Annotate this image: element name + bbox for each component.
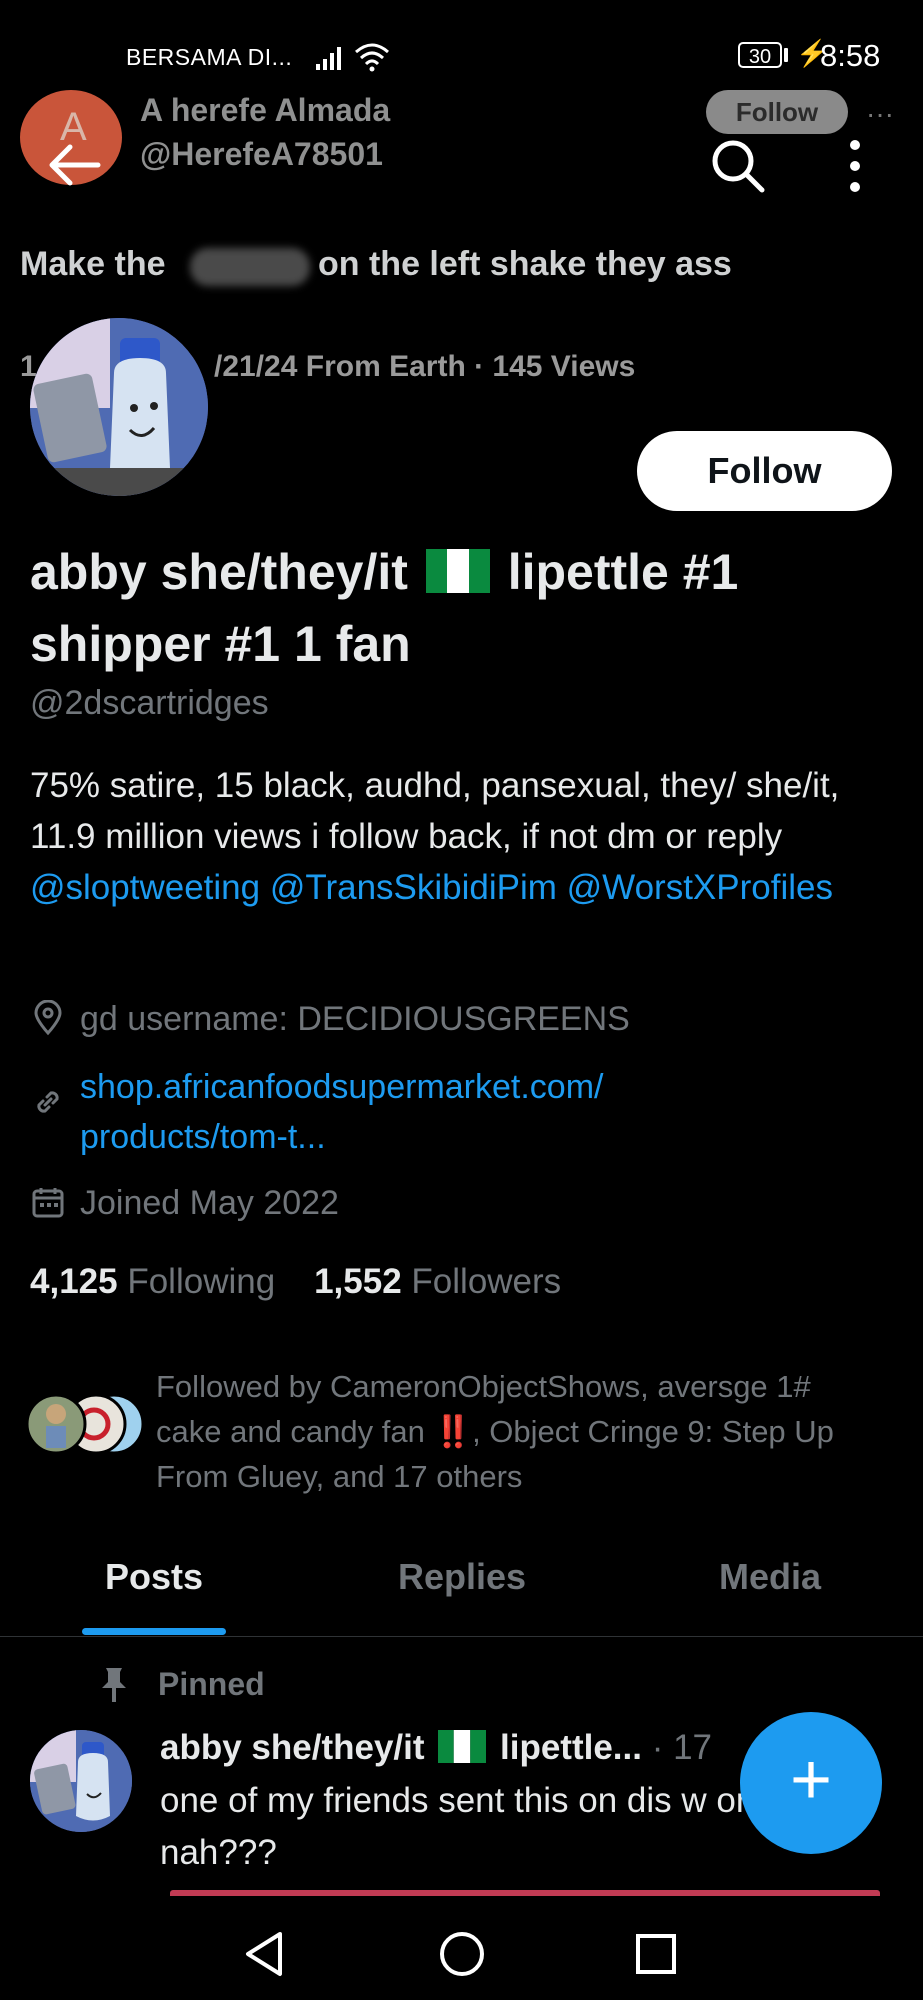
website-url-line2[interactable]: products/tom-t... bbox=[80, 1118, 326, 1156]
website-link[interactable]: shop.africanfoodsupermarket.com/products… bbox=[80, 1062, 603, 1162]
post-author-avatar[interactable] bbox=[30, 1730, 132, 1832]
post-author-name[interactable]: abby she/they/it lipettle... · 17 bbox=[160, 1728, 712, 1768]
pin-icon bbox=[102, 1668, 126, 1702]
redacted-word bbox=[190, 248, 310, 286]
profile-joined: Joined May 2022 bbox=[30, 1184, 339, 1223]
quoted-tweet-author-handle: @HerefeA78501 bbox=[140, 136, 383, 172]
compose-post-button[interactable]: + bbox=[740, 1712, 882, 1854]
followers-label: Followers bbox=[411, 1262, 562, 1301]
quoted-tweet-text-start: Make the bbox=[20, 245, 166, 283]
signal-icon bbox=[316, 47, 341, 70]
followers-link[interactable]: 1,552 Followers bbox=[314, 1262, 561, 1301]
back-arrow-icon[interactable] bbox=[44, 140, 104, 190]
follow-counts: 4,125 Following 1,552 Followers bbox=[30, 1262, 561, 1302]
battery-nub bbox=[784, 48, 788, 62]
carrier-name: BERSAMA DI... bbox=[126, 44, 293, 70]
active-tab-indicator bbox=[82, 1628, 226, 1635]
recents-square-icon[interactable] bbox=[626, 1924, 686, 1984]
battery-icon: 30 bbox=[738, 42, 782, 68]
follow-button[interactable]: Follow bbox=[637, 431, 892, 511]
profile-avatar[interactable] bbox=[30, 318, 208, 496]
followers-count: 1,552 bbox=[314, 1262, 402, 1301]
link-icon bbox=[37, 1091, 59, 1113]
profile-bio: 75% satire, 15 black, audhd, pansexual, … bbox=[30, 760, 890, 913]
profile-location: gd username: DECIDIOUSGREENS bbox=[30, 1000, 630, 1039]
tab-replies[interactable]: Replies bbox=[312, 1556, 612, 1598]
quoted-tweet-meta: /21/24 From Earth · 145 Views bbox=[214, 350, 636, 383]
location-text: gd username: DECIDIOUSGREENS bbox=[80, 1000, 630, 1038]
bio-mention-sloptweeting[interactable]: @sloptweeting bbox=[30, 868, 260, 907]
profile-handle: @2dscartridges bbox=[30, 684, 269, 722]
tab-media[interactable]: Media bbox=[620, 1556, 920, 1598]
calendar-icon bbox=[32, 1188, 64, 1218]
website-url-line1[interactable]: shop.africanfoodsupermarket.com/ bbox=[80, 1068, 603, 1106]
followed-by-avatars bbox=[25, 1393, 145, 1455]
followed-by-text[interactable]: Followed by CameronObjectShows, aversge … bbox=[156, 1364, 876, 1499]
nigeria-flag-icon bbox=[438, 1730, 487, 1763]
quoted-tweet-text-end: on the left shake they ass bbox=[318, 245, 732, 283]
tab-divider bbox=[0, 1636, 923, 1637]
post-author-name-text: abby she/they/it bbox=[160, 1728, 425, 1767]
following-count: 4,125 bbox=[30, 1262, 118, 1301]
home-circle-icon[interactable] bbox=[432, 1924, 492, 1984]
more-options-icon[interactable] bbox=[840, 138, 870, 194]
following-link[interactable]: 4,125 Following bbox=[30, 1262, 275, 1301]
joined-text: Joined May 2022 bbox=[80, 1184, 339, 1222]
post-author-name-suffix: lipettle... bbox=[500, 1728, 642, 1767]
clock: 8:58 bbox=[820, 38, 881, 73]
quoted-tweet-author-name: A herefe Almada bbox=[140, 92, 391, 128]
post-media-preview[interactable] bbox=[170, 1890, 880, 1896]
post-timestamp: · 17 bbox=[651, 1728, 713, 1767]
wifi-icon bbox=[355, 43, 389, 72]
bio-mention-transskibidipim[interactable]: @TransSkibidiPim bbox=[270, 868, 557, 907]
nigeria-flag-icon bbox=[425, 549, 490, 593]
bio-text: 75% satire, 15 black, audhd, pansexual, … bbox=[30, 766, 840, 856]
bio-mention-worstxprofiles[interactable]: @WorstXProfiles bbox=[567, 868, 833, 907]
back-triangle-icon[interactable] bbox=[234, 1924, 294, 1984]
quoted-tweet-more-icon[interactable]: ··· bbox=[866, 98, 894, 130]
tab-posts[interactable]: Posts bbox=[4, 1556, 304, 1598]
search-icon[interactable] bbox=[708, 136, 768, 196]
pinned-label: Pinned bbox=[158, 1666, 265, 1702]
profile-display-name: abby she/they/it lipettle #1 shipper #1 … bbox=[30, 536, 900, 680]
quoted-tweet-follow-button[interactable]: Follow bbox=[706, 90, 848, 134]
profile-website[interactable]: shop.africanfoodsupermarket.com/products… bbox=[30, 1062, 603, 1162]
display-name-part1: abby she/they/it bbox=[30, 544, 408, 600]
display-name-line2: shipper #1 1 fan bbox=[30, 616, 411, 672]
location-pin-icon bbox=[34, 1000, 62, 1036]
following-label: Following bbox=[127, 1262, 276, 1301]
post-text: one of my friends sent this on dis w or … bbox=[160, 1781, 748, 1872]
display-name-part2: lipettle #1 bbox=[507, 544, 739, 600]
